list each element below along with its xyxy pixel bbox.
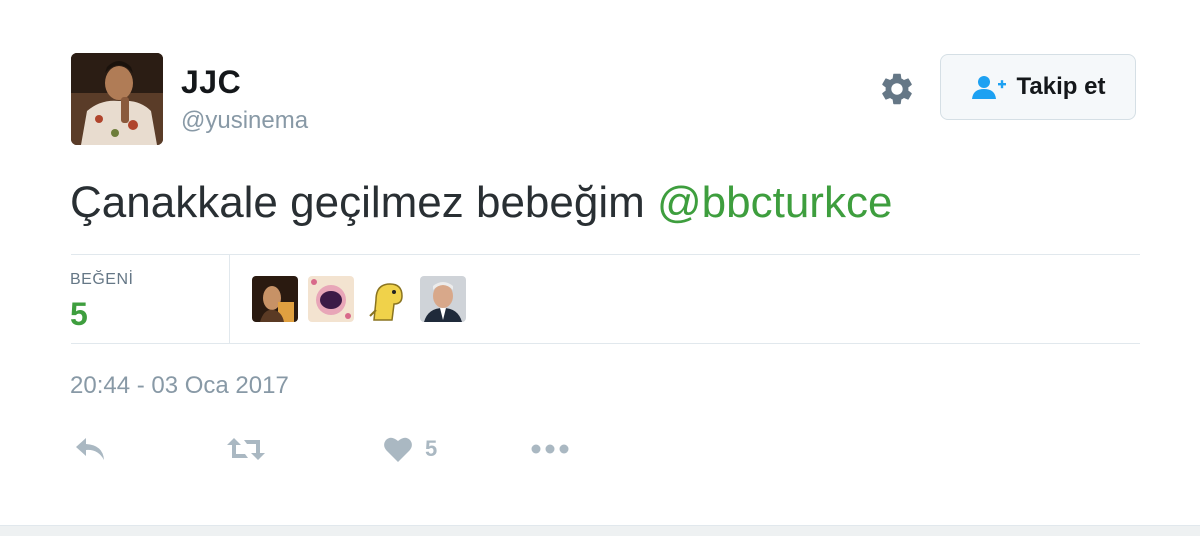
avatar-image bbox=[71, 53, 163, 145]
liker-avatar[interactable] bbox=[252, 276, 298, 322]
follow-label: Takip et bbox=[1016, 73, 1106, 100]
divider-bottom bbox=[71, 343, 1140, 344]
liker-avatar[interactable] bbox=[420, 276, 466, 322]
tweet-page: JJC @yusinema Takip et Çanakkale geçilme… bbox=[0, 0, 1200, 536]
follow-button[interactable]: Takip et bbox=[940, 54, 1136, 120]
like-button[interactable]: 5 bbox=[383, 432, 437, 466]
reply-button[interactable] bbox=[74, 432, 106, 466]
likes-label: BEĞENİ bbox=[70, 271, 134, 288]
display-name[interactable]: JJC bbox=[181, 64, 241, 101]
page-footer-strip bbox=[0, 525, 1200, 536]
retweet-button[interactable] bbox=[226, 432, 266, 466]
heart-icon bbox=[384, 437, 412, 462]
retweet-icon bbox=[227, 438, 265, 460]
more-dots-icon bbox=[531, 444, 569, 454]
like-count: 5 bbox=[425, 436, 438, 461]
mention-link[interactable]: @bbcturkce bbox=[657, 178, 892, 227]
likes-count[interactable]: 5 bbox=[70, 296, 88, 333]
more-button[interactable] bbox=[531, 432, 569, 466]
tweet-text: Çanakkale geçilmez bebeğim @bbcturkce bbox=[70, 178, 892, 228]
liker-avatar[interactable] bbox=[364, 276, 410, 322]
screen-name[interactable]: @yusinema bbox=[181, 107, 308, 135]
reply-icon bbox=[76, 438, 104, 460]
likers-list bbox=[252, 276, 466, 322]
user-plus-icon bbox=[971, 76, 1006, 99]
user-avatar[interactable] bbox=[71, 53, 163, 145]
divider-top bbox=[71, 254, 1140, 255]
stats-separator bbox=[229, 255, 230, 343]
gear-icon[interactable] bbox=[878, 70, 916, 108]
tweet-body: Çanakkale geçilmez bebeğim bbox=[70, 178, 645, 227]
liker-avatar[interactable] bbox=[308, 276, 354, 322]
tweet-timestamp[interactable]: 20:44 - 03 Oca 2017 bbox=[70, 372, 289, 400]
